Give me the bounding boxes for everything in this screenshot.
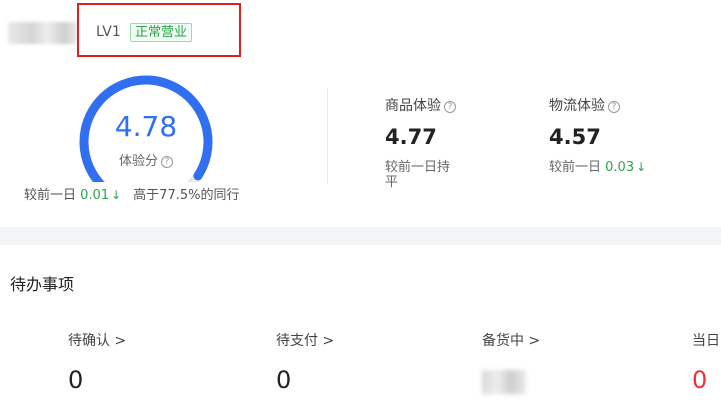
todo-section-title: 待办事项	[10, 275, 75, 294]
shop-header: LV1 正常营业	[0, 0, 721, 60]
shop-name-redacted	[8, 22, 78, 44]
metric-value: 4.77	[385, 125, 437, 149]
todo-item-count: 0	[276, 366, 292, 394]
todo-item-today[interactable]: 当日 0	[692, 330, 720, 394]
status-badge: 正常营业	[130, 23, 193, 42]
metric-label-text: 物流体验	[549, 98, 605, 114]
metric-compare-line2: 平	[385, 175, 399, 190]
metric-product-experience: 商品体验? 4.77 较前一日持 平	[385, 95, 456, 190]
metric-label: 物流体验?	[549, 95, 646, 115]
todo-item-pending-confirm[interactable]: 待确认 > 0	[68, 330, 126, 394]
experience-score-label-text: 体验分	[118, 154, 158, 169]
metric-compare-value: 0.03	[605, 160, 635, 175]
todo-item-label[interactable]: 待确认 >	[68, 330, 126, 350]
section-separator	[0, 227, 721, 245]
metric-label-text: 商品体验	[385, 98, 441, 114]
peer-comparison: 高于77.5%的同行	[133, 188, 240, 203]
metric-label: 商品体验?	[385, 95, 456, 115]
experience-score-gauge: 4.78 体验分?	[66, 72, 226, 182]
todo-item-label[interactable]: 当日	[692, 330, 720, 350]
todo-item-pending-payment[interactable]: 待支付 > 0	[276, 330, 334, 394]
todo-item-label[interactable]: 待支付 >	[276, 330, 334, 350]
score-compare: 较前一日 0.01 ↓ 高于77.5%的同行	[24, 184, 239, 203]
metric-value: 4.57	[549, 125, 601, 149]
vertical-divider	[327, 88, 328, 184]
compare-prefix: 较前一日	[24, 188, 77, 203]
help-icon[interactable]: ?	[161, 156, 173, 168]
metric-logistics-experience: 物流体验? 4.57 较前一日 0.03 ↓	[549, 95, 646, 175]
experience-score-value: 4.78	[114, 110, 178, 143]
todo-item-label[interactable]: 备货中 >	[482, 330, 540, 350]
shop-level: LV1	[96, 24, 121, 40]
metric-compare: 较前一日 0.03 ↓	[549, 160, 646, 175]
metric-compare: 较前一日持 平	[385, 160, 456, 190]
help-icon[interactable]: ?	[608, 101, 620, 113]
todo-item-count-redacted	[482, 370, 526, 394]
help-icon[interactable]: ?	[444, 101, 456, 113]
metric-compare-line1: 较前一日持	[385, 160, 451, 175]
experience-score-label: 体验分?	[66, 150, 226, 169]
arrow-down-icon: ↓	[636, 160, 647, 174]
compare-value: 0.01	[80, 188, 110, 203]
todo-item-preparing[interactable]: 备货中 >	[482, 330, 540, 394]
metric-compare-prefix: 较前一日	[549, 160, 602, 175]
arrow-down-icon: ↓	[111, 188, 122, 202]
todo-item-count: 0	[692, 366, 708, 394]
todo-item-count: 0	[68, 366, 84, 394]
